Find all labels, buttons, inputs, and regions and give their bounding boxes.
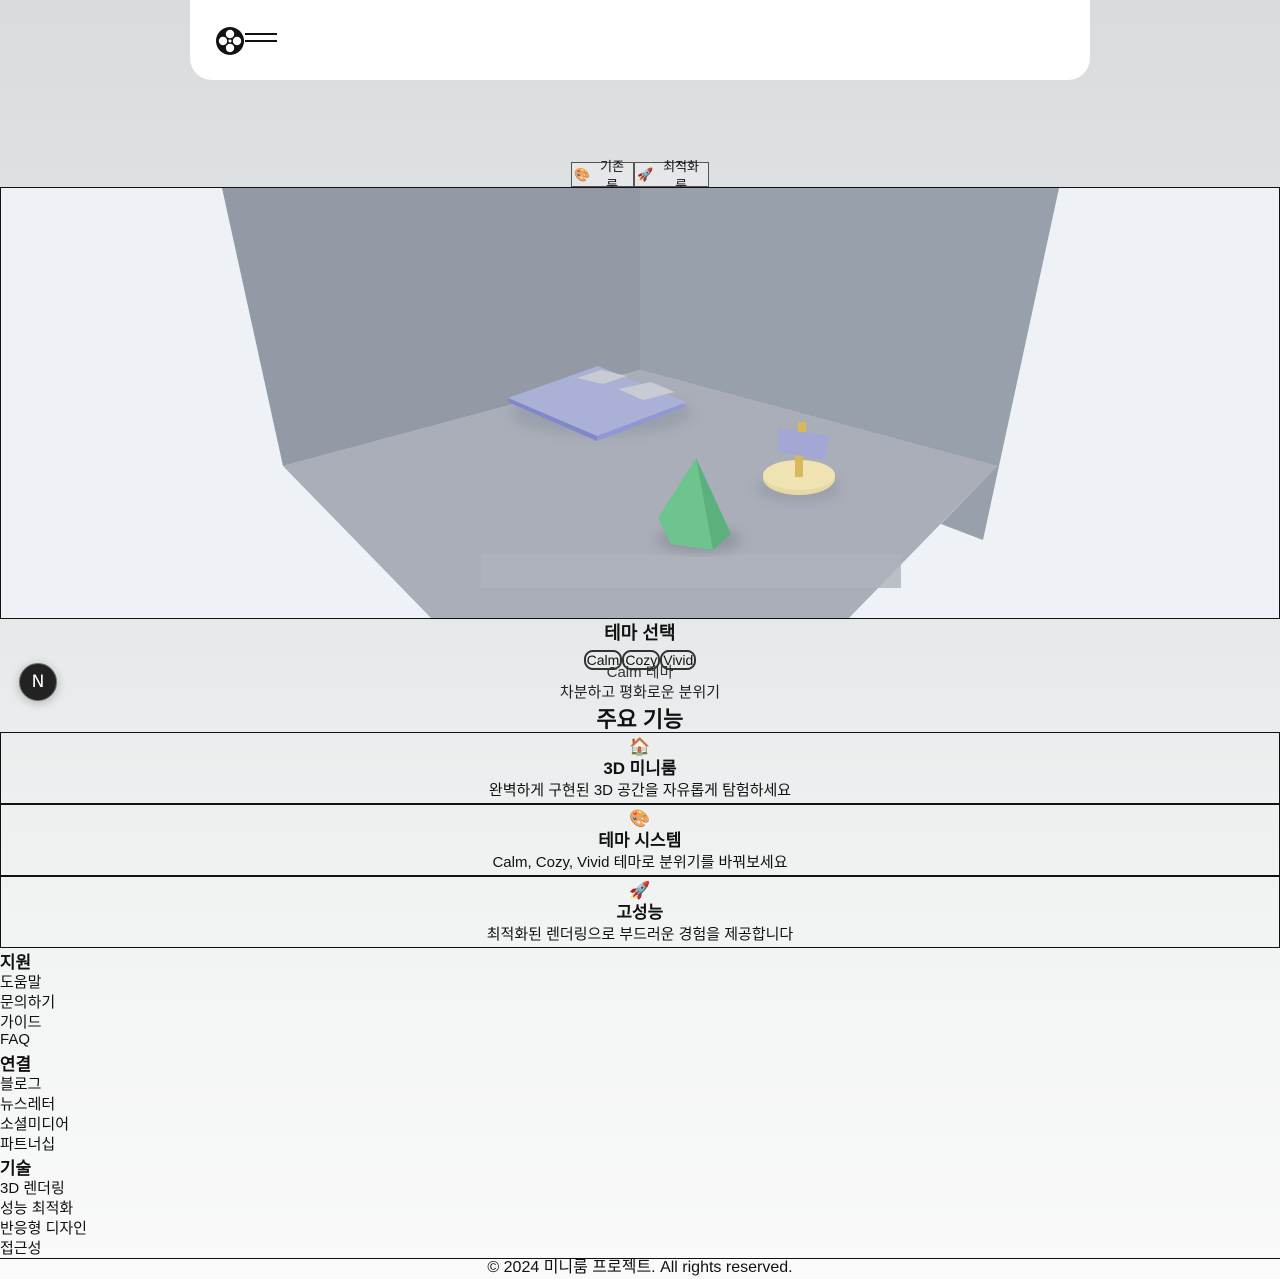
hamburger-menu-icon[interactable] bbox=[245, 33, 277, 47]
footer-link-3d-rendering[interactable]: 3D 렌더링 bbox=[0, 1177, 65, 1198]
feature-description: Calm, Cozy, Vivid 테마로 분위기를 바꿔보세요 bbox=[492, 854, 788, 871]
palette-icon: 🎨 bbox=[574, 166, 591, 182]
feature-title: 테마 시스템 bbox=[598, 831, 682, 850]
house-icon: 🏠 bbox=[629, 737, 651, 756]
footer-link-performance[interactable]: 성능 최적화 bbox=[0, 1197, 73, 1218]
top-navigation-bar bbox=[190, 0, 1090, 80]
footer-heading-support: 지원 bbox=[0, 953, 32, 972]
film-reel-icon[interactable] bbox=[215, 26, 245, 56]
room-switch: 🎨 기존 룸 🚀 최적화 룸 bbox=[571, 159, 709, 193]
current-theme-name: Calm 테마 bbox=[606, 664, 674, 681]
dev-tools-badge[interactable]: N bbox=[19, 663, 57, 701]
footer-link-newsletter[interactable]: 뉴스레터 bbox=[0, 1093, 55, 1114]
footer-heading-connect: 연결 bbox=[0, 1055, 32, 1074]
footer-link-accessibility[interactable]: 접근성 bbox=[0, 1237, 41, 1258]
footer-link-partnership[interactable]: 파트너십 bbox=[0, 1133, 55, 1154]
footer-heading-tech: 기술 bbox=[0, 1159, 32, 1178]
footer-link-guide[interactable]: 가이드 bbox=[0, 1011, 41, 1032]
features-title: 주요 기능 bbox=[596, 707, 684, 732]
feature-description: 완벽하게 구현된 3D 공간을 자유롭게 탐험하세요 bbox=[488, 782, 792, 799]
feature-description: 최적화된 렌더링으로 부드러운 경험을 제공합니다 bbox=[486, 926, 794, 943]
footer-link-faq[interactable]: FAQ bbox=[0, 1031, 30, 1048]
footer-link-contact[interactable]: 문의하기 bbox=[0, 991, 55, 1012]
footer-link-blog[interactable]: 블로그 bbox=[0, 1073, 41, 1094]
theme-section-title: 테마 선택 bbox=[604, 623, 676, 643]
feature-card-theme-system: 🎨 테마 시스템 Calm, Cozy, Vivid 테마로 분위기를 바꿔보세… bbox=[0, 804, 1280, 876]
feature-title: 3D 미니룸 bbox=[603, 759, 677, 778]
optimized-room-button[interactable]: 🚀 최적화 룸 bbox=[634, 159, 709, 193]
footer-link-help[interactable]: 도움말 bbox=[0, 971, 41, 992]
rocket-icon: 🚀 bbox=[629, 881, 651, 900]
copyright-text: © 2024 미니룸 프로젝트. All rights reserved. bbox=[487, 1259, 793, 1276]
feature-card-performance: 🚀 고성능 최적화된 렌더링으로 부드러운 경험을 제공합니다 bbox=[0, 876, 1280, 948]
basic-room-button[interactable]: 🎨 기존 룸 bbox=[571, 159, 634, 193]
footer-link-responsive[interactable]: 반응형 디자인 bbox=[0, 1217, 87, 1238]
feature-card-3d-room: 🏠 3D 미니룸 완벽하게 구현된 3D 공간을 자유롭게 탐험하세요 bbox=[0, 732, 1280, 804]
current-theme-description: 차분하고 평화로운 분위기 bbox=[559, 684, 721, 701]
3d-room-canvas[interactable] bbox=[0, 187, 1280, 619]
footer-link-social[interactable]: 소셜미디어 bbox=[0, 1113, 69, 1134]
palette-icon: 🎨 bbox=[629, 809, 651, 828]
rocket-icon: 🚀 bbox=[637, 166, 654, 182]
feature-title: 고성능 bbox=[616, 903, 664, 922]
